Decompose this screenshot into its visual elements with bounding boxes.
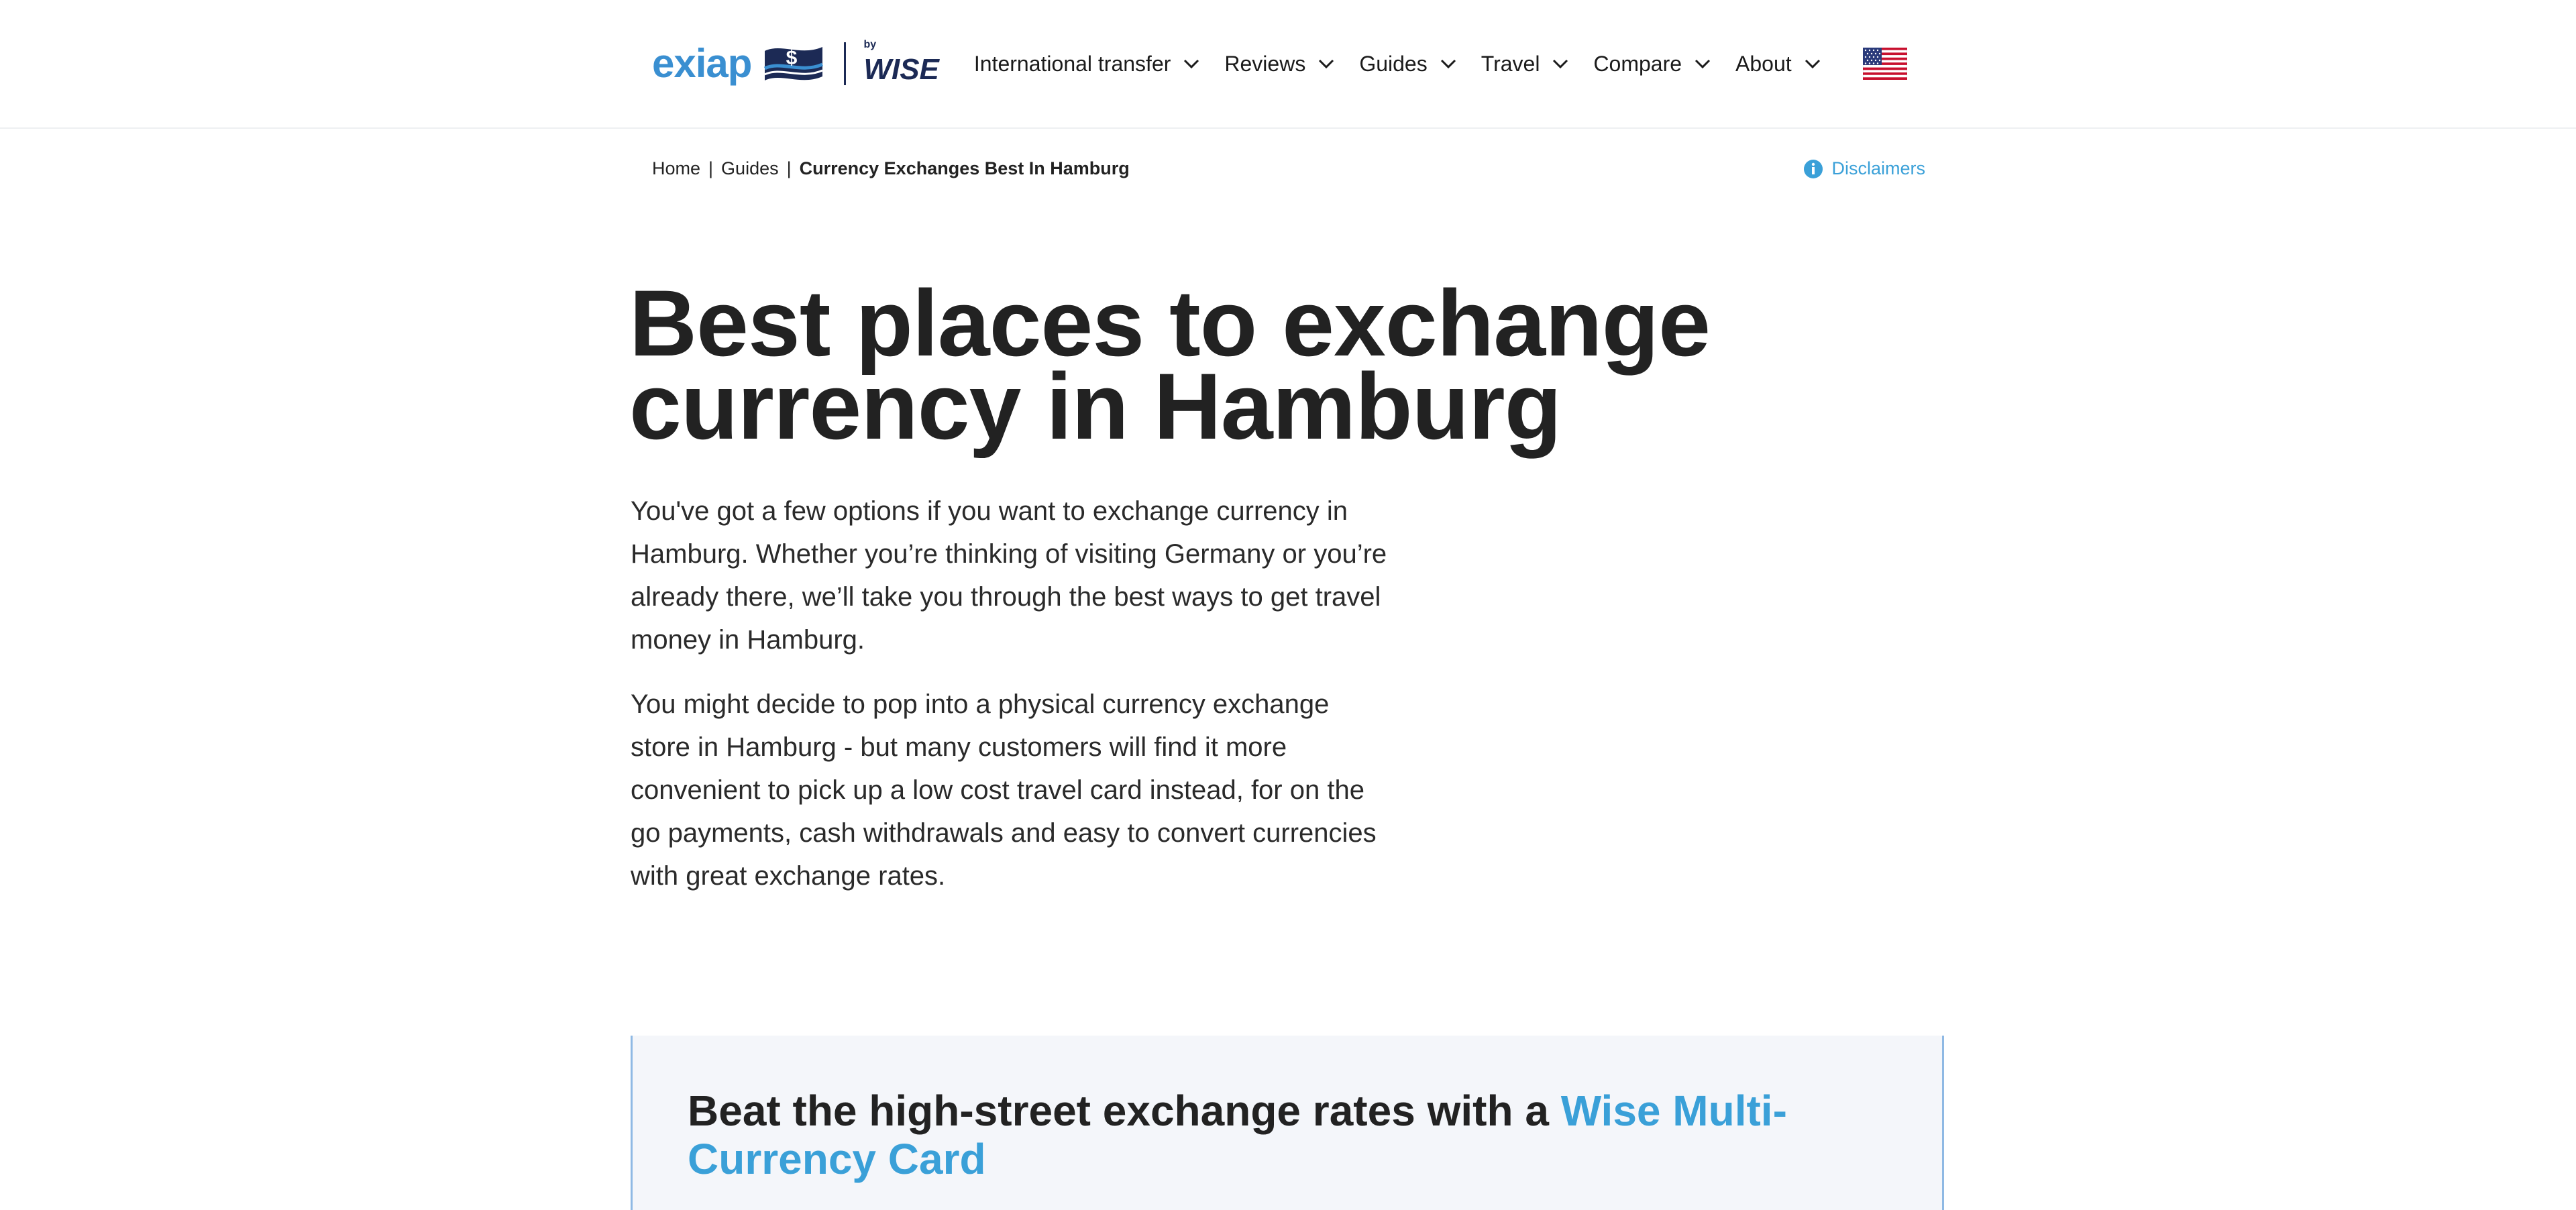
exiap-logo[interactable]: exiap $ by WISE	[652, 39, 939, 87]
main-nav: International transfer Reviews Guides Tr…	[974, 52, 1845, 76]
logo-divider	[844, 42, 847, 85]
breadcrumb-separator: |	[786, 158, 792, 178]
nav-label: Travel	[1481, 51, 1540, 76]
chevron-down-icon	[1319, 59, 1334, 69]
chevron-down-icon	[1184, 59, 1199, 69]
chevron-down-icon	[1440, 59, 1456, 69]
promo-box: Beat the high-street exchange rates with…	[631, 1036, 1944, 1210]
wise-logo: by WISE	[863, 39, 939, 86]
nav-guides[interactable]: Guides	[1359, 52, 1456, 76]
nav-travel[interactable]: Travel	[1481, 52, 1570, 76]
nav-label: International transfer	[973, 51, 1171, 76]
disclaimers-label: Disclaimers	[1831, 158, 1925, 178]
nav-label: About	[1735, 51, 1792, 76]
us-flag-icon[interactable]	[1862, 48, 1907, 80]
promo-title: Beat the high-street exchange rates with…	[688, 1087, 1895, 1183]
nav-label: Compare	[1593, 51, 1682, 76]
breadcrumb: Home | Guides | Currency Exchanges Best …	[652, 158, 1130, 179]
intro-paragraph: You've got a few options if you want to …	[631, 496, 1387, 655]
dollar-flag-icon: $	[764, 47, 824, 80]
logo-wordmark: exiap	[652, 41, 752, 86]
promo-title-text: Beat the high-street exchange rates with…	[688, 1087, 1549, 1135]
breadcrumb-guides[interactable]: Guides	[721, 158, 779, 179]
info-icon	[1804, 159, 1823, 178]
header-inner: exiap $ by WISE International transfer R…	[652, 0, 1925, 127]
logo-by-label: by	[863, 39, 877, 50]
svg-text:$: $	[786, 47, 798, 69]
breadcrumb-separator: |	[708, 158, 714, 178]
intro-paragraph: You might decide to pop into a physical …	[631, 690, 1377, 891]
chevron-down-icon	[1805, 59, 1820, 69]
intro-text: You've got a few options if you want to …	[631, 490, 1395, 919]
page-title: Best places to exchange currency in Hamb…	[629, 270, 1711, 459]
nav-international-transfer[interactable]: International transfer	[974, 52, 1201, 76]
nav-reviews[interactable]: Reviews	[1224, 52, 1335, 76]
nav-about[interactable]: About	[1735, 52, 1821, 76]
disclaimers-link[interactable]: Disclaimers	[1803, 158, 1925, 179]
breadcrumb-home[interactable]: Home	[652, 158, 700, 179]
nav-label: Reviews	[1224, 51, 1306, 76]
site-header: exiap $ by WISE International transfer R…	[0, 0, 2576, 129]
wise-wordmark: WISE	[863, 53, 939, 86]
breadcrumb-current: Currency Exchanges Best In Hamburg	[799, 158, 1130, 178]
nav-compare[interactable]: Compare	[1593, 52, 1711, 76]
chevron-down-icon	[1695, 59, 1711, 69]
chevron-down-icon	[1553, 59, 1568, 69]
nav-label: Guides	[1359, 51, 1428, 76]
